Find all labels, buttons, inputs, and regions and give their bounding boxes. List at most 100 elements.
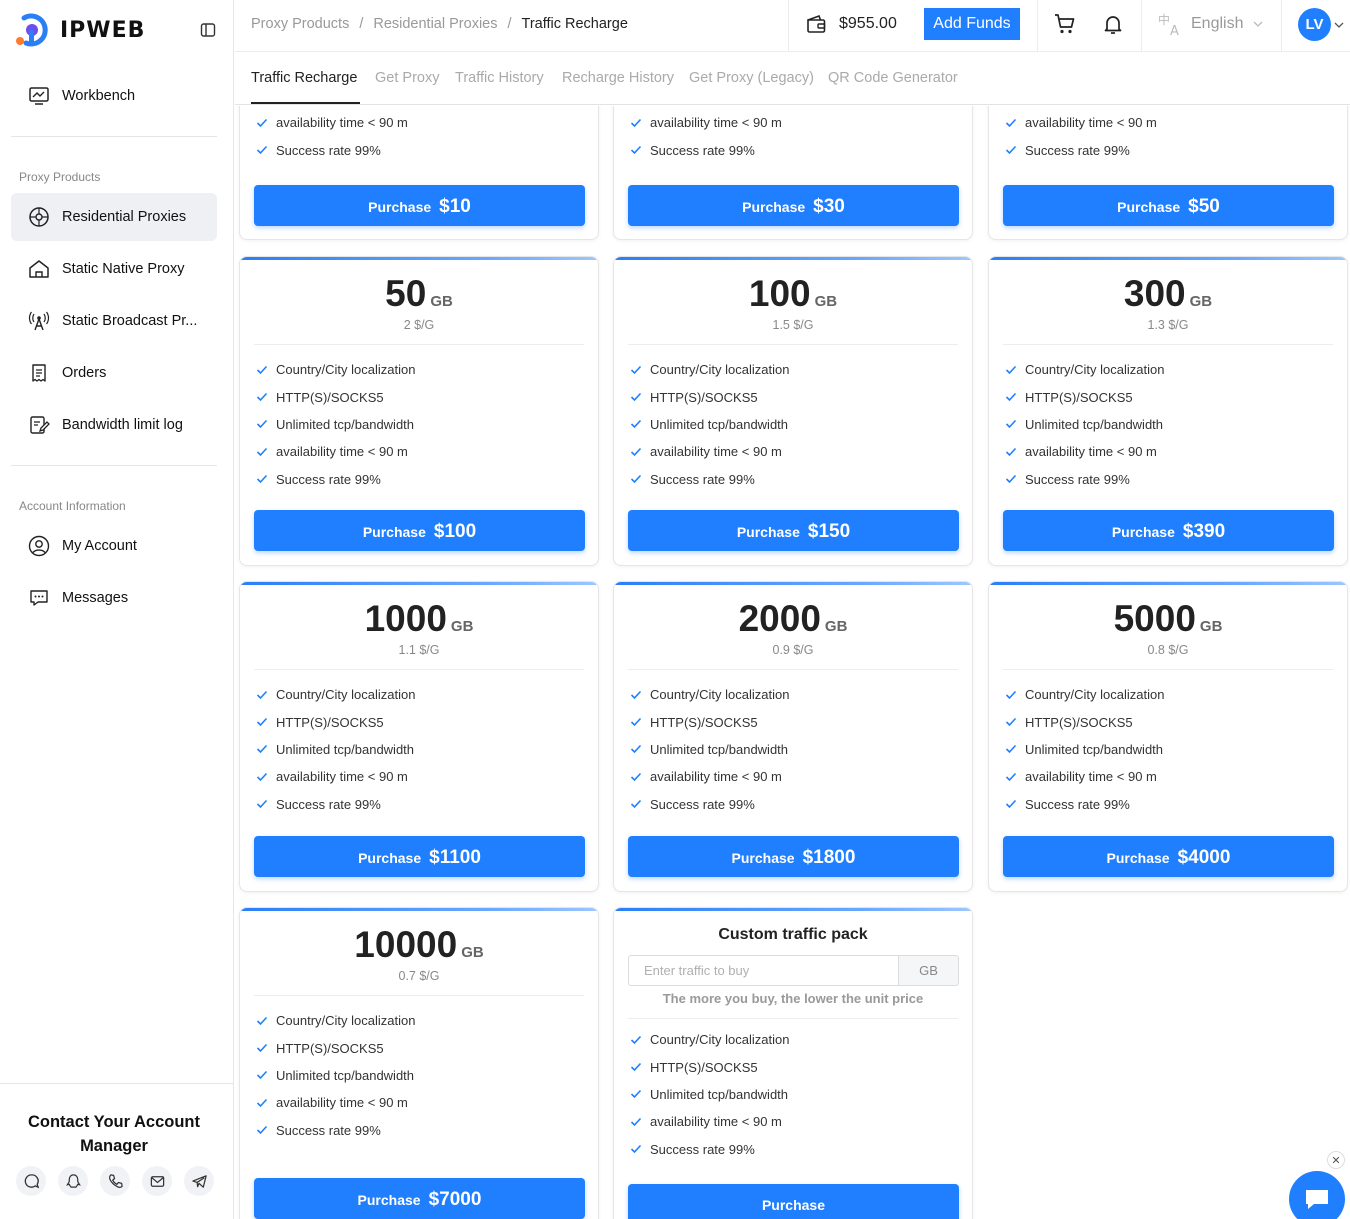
purchase-button[interactable]: Purchase $4000 <box>1003 836 1334 877</box>
check-icon <box>1005 772 1017 782</box>
purchase-button[interactable]: Purchase $150 <box>628 510 959 551</box>
email-icon[interactable] <box>142 1166 172 1196</box>
check-icon <box>1005 420 1017 429</box>
feature-item: Success rate 99% <box>630 136 782 163</box>
telegram-icon[interactable] <box>184 1166 214 1196</box>
purchase-label: Purchase <box>368 199 432 215</box>
purchase-button[interactable]: Purchase $50 <box>1003 185 1334 226</box>
purchase-button[interactable]: Purchase $100 <box>254 510 585 551</box>
sidebar-item-workbench[interactable]: Workbench <box>11 72 217 120</box>
feature-label: HTTP(S)/SOCKS5 <box>650 389 758 405</box>
sidebar-item-label: Messages <box>62 590 129 606</box>
breadcrumb-proxy-products[interactable]: Proxy Products <box>251 16 349 32</box>
feature-label: Country/City localization <box>276 687 416 703</box>
qq-icon[interactable] <box>58 1166 88 1196</box>
feature-item: Success rate 99% <box>256 466 415 493</box>
custom-traffic-input[interactable] <box>628 955 899 986</box>
purchase-button[interactable]: Purchase $30 <box>628 185 959 226</box>
feature-list: Country/City localization HTTP(S)/SOCKS5… <box>256 356 415 493</box>
feature-label: Unlimited tcp/bandwidth <box>1025 741 1164 757</box>
sidebar: IPWEB Workbench Proxy Products Residenti… <box>0 0 234 1219</box>
sidebar-item-label: Orders <box>62 365 107 381</box>
sidebar-item-residential-proxies[interactable]: Residential Proxies <box>11 193 217 241</box>
contact-manager-title: Contact Your Account Manager <box>27 1113 201 1155</box>
add-funds-button[interactable]: Add Funds <box>924 8 1020 40</box>
purchase-label: Purchase <box>362 524 426 540</box>
feature-item: availability time < 90 m <box>630 438 789 465</box>
chat-widget-close-icon[interactable]: ✕ <box>1327 1151 1345 1169</box>
tab-traffic-recharge[interactable]: Traffic Recharge <box>251 70 357 86</box>
purchase-label: Purchase <box>761 1196 826 1213</box>
feature-item: HTTP(S)/SOCKS5 <box>630 383 789 410</box>
purchase-amount: $1100 <box>429 847 481 868</box>
tab-recharge-history[interactable]: Recharge History <box>562 70 674 86</box>
feature-label: availability time < 90 m <box>1025 769 1157 785</box>
purchase-button[interactable]: Purchase $1800 <box>628 836 959 877</box>
check-icon <box>630 475 642 484</box>
sidebar-divider <box>11 136 217 137</box>
feature-label: Success rate 99% <box>650 471 755 487</box>
feature-item: availability time < 90 m <box>256 763 415 790</box>
brand-logo[interactable]: IPWEB <box>10 10 145 50</box>
cart-icon[interactable] <box>1053 12 1077 36</box>
feature-item: Unlimited tcp/bandwidth <box>630 1081 789 1108</box>
feature-item: HTTP(S)/SOCKS5 <box>256 708 415 735</box>
purchase-button[interactable]: Purchase $1100 <box>254 836 585 877</box>
feature-item: HTTP(S)/SOCKS5 <box>256 1034 415 1061</box>
feature-label: HTTP(S)/SOCKS5 <box>1025 389 1133 405</box>
sidebar-item-static-broadcast-proxy[interactable]: Static Broadcast Pr... <box>11 297 217 345</box>
feature-item: Unlimited tcp/bandwidth <box>630 411 789 438</box>
sidebar-item-label: Static Native Proxy <box>62 261 185 277</box>
bell-icon[interactable] <box>1101 12 1125 36</box>
header-divider <box>788 0 789 52</box>
purchase-amount: $150 <box>807 521 851 542</box>
feature-item: HTTP(S)/SOCKS5 <box>1005 383 1164 410</box>
user-avatar[interactable]: LV <box>1298 8 1331 41</box>
card-divider <box>628 1018 958 1019</box>
sidebar-item-messages[interactable]: Messages <box>11 574 217 622</box>
tab-get-proxy-legacy[interactable]: Get Proxy (Legacy) <box>689 70 814 86</box>
tab-get-proxy[interactable]: Get Proxy <box>375 70 439 86</box>
breadcrumb-residential-proxies[interactable]: Residential Proxies <box>373 16 497 32</box>
package-card: 10000 GB 0.7 $/G Country/City localizatio… <box>239 907 599 1219</box>
package-size-value: 300 <box>1123 273 1186 314</box>
purchase-label: Purchase <box>1111 524 1175 540</box>
card-divider <box>254 344 584 345</box>
chat-contact-icon[interactable] <box>16 1166 46 1196</box>
package-size-unit: GB <box>824 618 848 635</box>
chevron-down-icon[interactable] <box>1334 21 1344 29</box>
sidebar-item-orders[interactable]: Orders <box>11 349 217 397</box>
unit-price: 1.1 $/G <box>398 643 440 657</box>
tab-qr-code-generator[interactable]: QR Code Generator <box>828 70 958 86</box>
sidebar-section-account: Account Information <box>19 499 126 513</box>
feature-label: HTTP(S)/SOCKS5 <box>1025 714 1133 730</box>
sidebar-item-bandwidth-limit-log[interactable]: Bandwidth limit log <box>11 401 217 449</box>
purchase-button[interactable]: Purchase $10 <box>254 185 585 226</box>
unit-price: 0.7 $/G <box>398 969 440 983</box>
feature-label: Success rate 99% <box>1025 471 1130 487</box>
sidebar-item-static-native-proxy[interactable]: Static Native Proxy <box>11 245 217 293</box>
check-icon <box>630 447 642 457</box>
feature-label: HTTP(S)/SOCKS5 <box>650 1059 758 1075</box>
custom-traffic-unit: GB <box>898 955 959 986</box>
sidebar-divider <box>11 465 217 466</box>
check-icon <box>630 1145 642 1154</box>
check-icon <box>1005 800 1017 809</box>
feature-list: availability time < 90 m Success rate 99… <box>256 109 408 164</box>
check-icon <box>630 365 642 374</box>
phone-icon[interactable] <box>100 1166 130 1196</box>
package-size-unit: GB <box>461 944 484 961</box>
purchase-amount: $100 <box>433 521 477 542</box>
purchase-button[interactable]: Purchase $7000 <box>254 1178 585 1219</box>
purchase-button[interactable]: Purchase $390 <box>1003 510 1334 551</box>
custom-purchase-button[interactable]: Purchase <box>628 1184 959 1219</box>
sidebar-item-my-account[interactable]: My Account <box>11 522 217 570</box>
translate-icon[interactable]: 中 A <box>1157 11 1185 37</box>
chat-widget-button[interactable] <box>1289 1171 1345 1219</box>
package-card: availability time < 90 m Success rate 99… <box>613 106 973 240</box>
language-selector[interactable]: English <box>1191 15 1243 33</box>
tab-traffic-history[interactable]: Traffic History <box>455 70 544 86</box>
custom-pack-hint: The more you buy, the lower the unit pri… <box>662 991 924 1006</box>
sidebar-collapse-icon[interactable] <box>200 22 216 38</box>
feature-list: Country/City localization HTTP(S)/SOCKS5… <box>630 1026 789 1163</box>
